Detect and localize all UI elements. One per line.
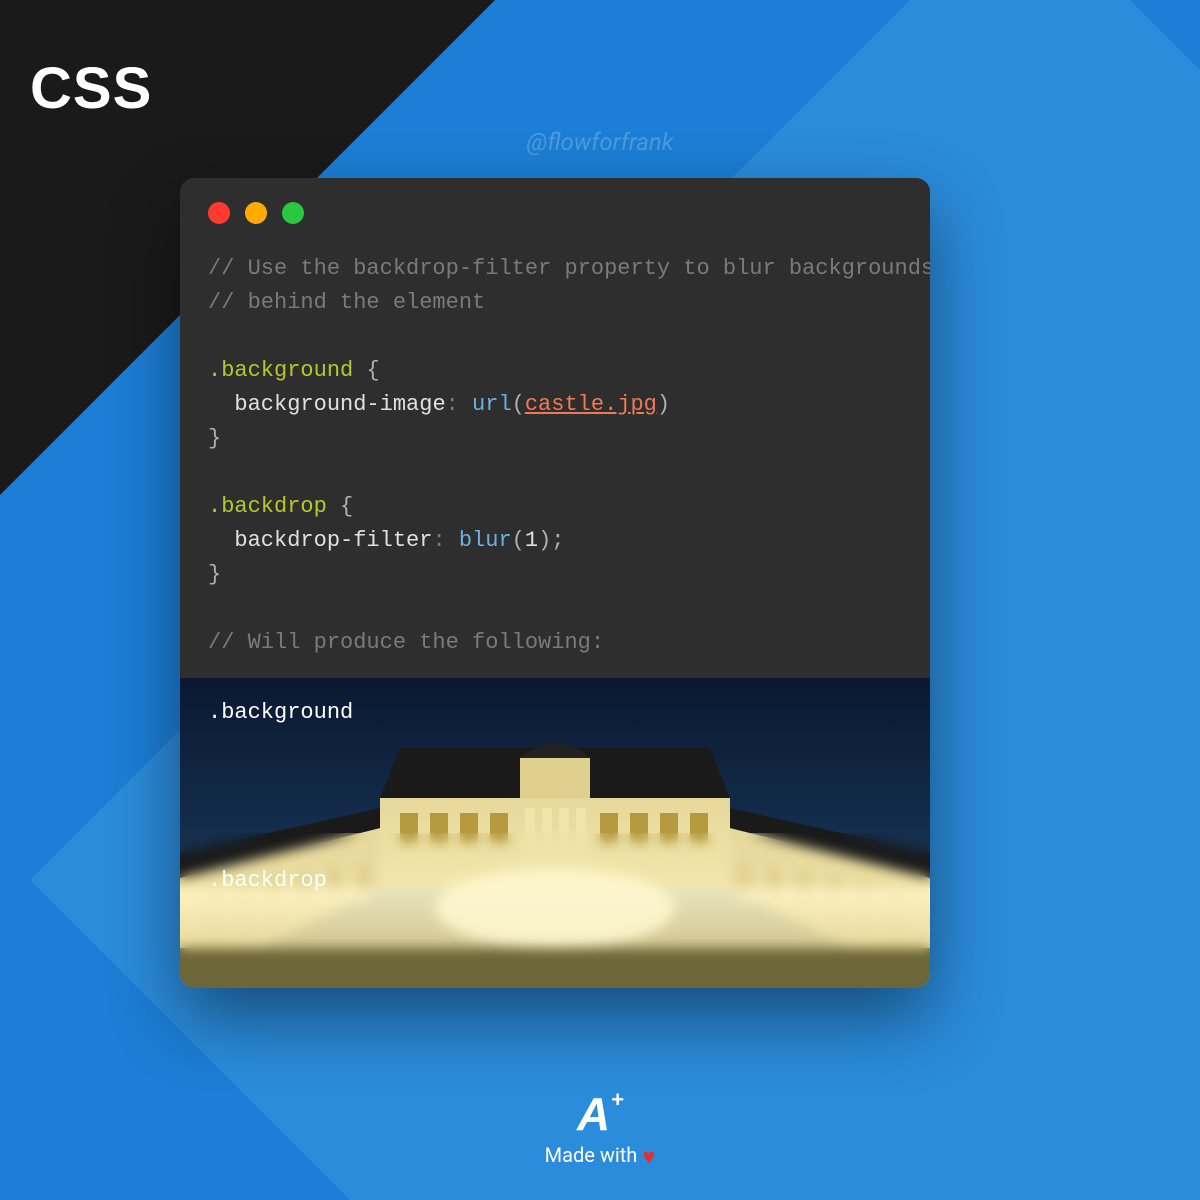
author-handle: @flowforfrank: [0, 128, 1200, 156]
footer: A+ Made with ♥: [0, 1087, 1200, 1170]
css-property: background-image: [234, 392, 445, 417]
code-block: // Use the backdrop-filter property to b…: [180, 234, 930, 680]
close-dot: [208, 202, 230, 224]
heart-icon: ♥: [642, 1145, 655, 1170]
logo-letter: A: [577, 1088, 609, 1140]
zoom-dot: [282, 202, 304, 224]
css-selector: .backdrop: [208, 494, 327, 519]
backdrop-blur-layer: [180, 833, 930, 988]
css-selector: .background: [208, 358, 353, 383]
paren: (: [512, 528, 525, 553]
css-value: 1: [525, 528, 538, 553]
paren: ): [538, 528, 551, 553]
css-func: blur: [459, 528, 512, 553]
minimize-dot: [245, 202, 267, 224]
demo-label-backdrop: .backdrop: [208, 868, 327, 893]
comment-line: // Will produce the following:: [208, 630, 604, 655]
comment-line: // behind the element: [208, 290, 485, 315]
paren: ): [657, 392, 670, 417]
logo: A+: [577, 1087, 623, 1141]
paren: (: [512, 392, 525, 417]
colon: :: [432, 528, 445, 553]
comment-line: // Use the backdrop-filter property to b…: [208, 256, 930, 281]
css-func: url: [472, 392, 512, 417]
logo-plus: +: [611, 1087, 623, 1112]
traffic-lights: [180, 178, 930, 234]
semicolon: ;: [551, 528, 564, 553]
colon: :: [446, 392, 459, 417]
css-url-arg: castle.jpg: [525, 392, 657, 417]
brace: }: [208, 426, 221, 451]
css-property: backdrop-filter: [234, 528, 432, 553]
brace: }: [208, 562, 221, 587]
brace: {: [366, 358, 379, 383]
demo-image-area: .background .backdrop: [180, 678, 930, 988]
brace: {: [340, 494, 353, 519]
made-with-text: Made with: [545, 1143, 638, 1167]
stage: CSS @flowforfrank // Use the backdrop-fi…: [0, 0, 1200, 1200]
made-with: Made with ♥: [0, 1143, 1200, 1170]
code-editor-window: // Use the backdrop-filter property to b…: [180, 178, 930, 988]
css-badge: CSS: [30, 55, 152, 122]
demo-label-background: .background: [208, 700, 353, 725]
